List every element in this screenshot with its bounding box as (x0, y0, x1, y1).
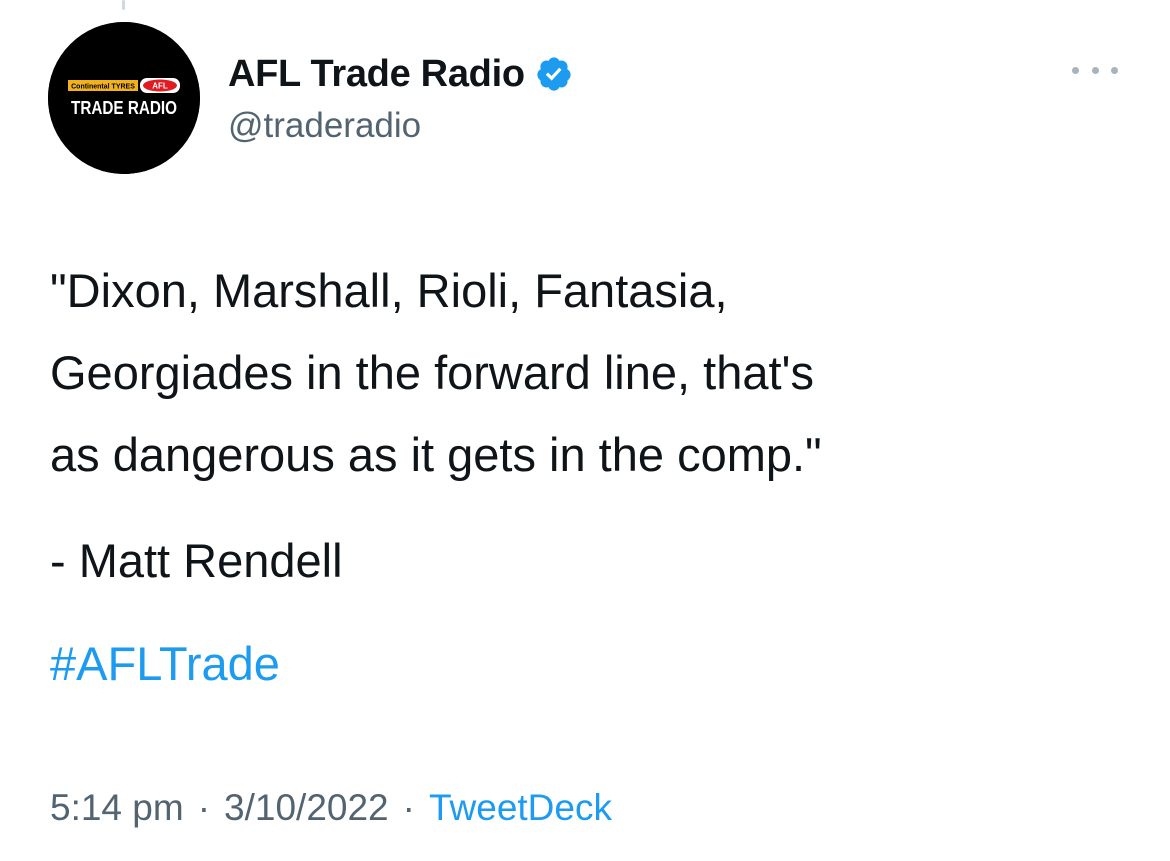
svg-text:AFL: AFL (152, 82, 168, 91)
tweet-text: "Dixon, Marshall, Rioli, Fantasia, Georg… (50, 250, 1140, 496)
trade-radio-logo: Continental TYRES AFL TRADE RADIO (48, 22, 200, 174)
author-display-name[interactable]: AFL Trade Radio (228, 53, 525, 96)
tweet-date[interactable]: 3/10/2022 (224, 787, 389, 829)
author-handle[interactable]: @traderadio (228, 106, 421, 146)
more-options-icon[interactable] (1072, 58, 1118, 82)
tweet-metadata: 5:14 pm · 3/10/2022 · TweetDeck (50, 782, 612, 834)
meta-separator: · (402, 787, 415, 828)
tweet-text-line: "Dixon, Marshall, Rioli, Fantasia, (50, 264, 728, 317)
svg-text:Continental TYRES: Continental TYRES (71, 84, 135, 91)
tweet-source-link[interactable]: TweetDeck (429, 787, 612, 829)
meta-separator: · (197, 787, 211, 828)
avatar[interactable]: Continental TYRES AFL TRADE RADIO (48, 22, 200, 174)
tweet-attribution: - Matt Rendell (50, 534, 343, 587)
hashtag-link[interactable]: #AFLTrade (50, 623, 280, 705)
tweet-time[interactable]: 5:14 pm (50, 787, 184, 829)
verified-badge-icon (535, 55, 573, 93)
thread-connector-line (122, 0, 125, 10)
tweet-text-line: Georgiades in the forward line, that's (50, 346, 815, 399)
tweet-text-line: as dangerous as it gets in the comp." (50, 428, 822, 481)
svg-text:TRADE RADIO: TRADE RADIO (71, 98, 177, 118)
author-name-row: AFL Trade Radio (228, 52, 573, 96)
